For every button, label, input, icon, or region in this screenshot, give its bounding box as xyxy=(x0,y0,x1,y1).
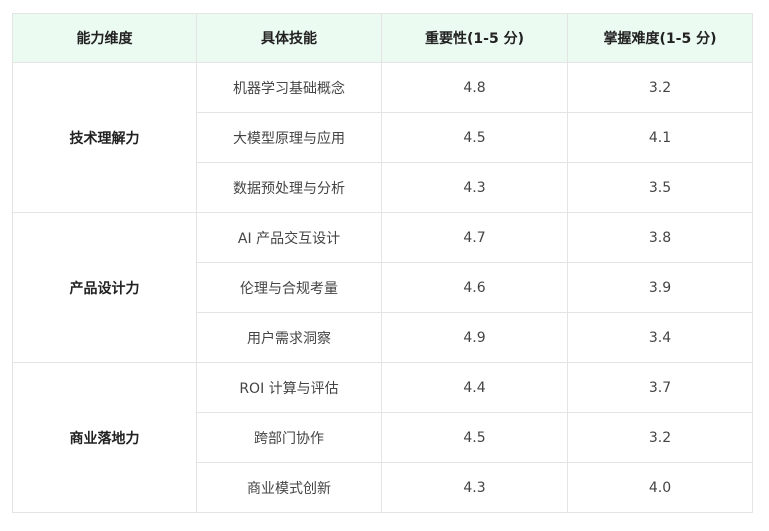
importance-cell: 4.8 xyxy=(381,62,568,113)
skill-cell: 机器学习基础概念 xyxy=(196,62,382,113)
importance-cell: 4.5 xyxy=(381,412,568,463)
importance-cell: 4.3 xyxy=(381,162,568,213)
importance-cell: 4.5 xyxy=(381,112,568,163)
header-importance: 重要性(1-5 分) xyxy=(381,13,568,63)
importance-cell: 4.4 xyxy=(381,362,568,413)
skill-cell: 数据预处理与分析 xyxy=(196,162,382,213)
table-row: 商业落地力 ROI 计算与评估 4.4 3.7 xyxy=(12,362,753,513)
difficulty-cell: 3.8 xyxy=(567,212,753,263)
dimension-cell: 技术理解力 xyxy=(12,62,197,213)
skill-cell: 伦理与合规考量 xyxy=(196,262,382,313)
difficulty-cell: 3.2 xyxy=(567,412,753,463)
dimension-cell: 产品设计力 xyxy=(12,212,197,363)
skill-cell: 用户需求洞察 xyxy=(196,312,382,363)
importance-cell: 4.9 xyxy=(381,312,568,363)
difficulty-cell: 3.9 xyxy=(567,262,753,313)
difficulty-cell: 3.7 xyxy=(567,362,753,413)
header-dimension: 能力维度 xyxy=(12,13,197,63)
skill-cell: 商业模式创新 xyxy=(196,462,382,513)
importance-cell: 4.7 xyxy=(381,212,568,263)
difficulty-cell: 4.1 xyxy=(567,112,753,163)
header-skill: 具体技能 xyxy=(196,13,382,63)
skills-table: 能力维度 具体技能 重要性(1-5 分) 掌握难度(1-5 分) 技术理解力 机… xyxy=(12,13,753,513)
importance-cell: 4.6 xyxy=(381,262,568,313)
difficulty-cell: 4.0 xyxy=(567,462,753,513)
difficulty-cell: 3.4 xyxy=(567,312,753,363)
difficulty-cell: 3.5 xyxy=(567,162,753,213)
importance-cell: 4.3 xyxy=(381,462,568,513)
difficulty-cell: 3.2 xyxy=(567,62,753,113)
header-row: 能力维度 具体技能 重要性(1-5 分) 掌握难度(1-5 分) xyxy=(12,13,753,63)
skill-cell: AI 产品交互设计 xyxy=(196,212,382,263)
header-difficulty: 掌握难度(1-5 分) xyxy=(567,13,753,63)
table-row: 技术理解力 机器学习基础概念 4.8 3.2 xyxy=(12,62,753,213)
table-row: 产品设计力 AI 产品交互设计 4.7 3.8 xyxy=(12,212,753,363)
skill-cell: 大模型原理与应用 xyxy=(196,112,382,163)
skill-cell: 跨部门协作 xyxy=(196,412,382,463)
dimension-cell: 商业落地力 xyxy=(12,362,197,513)
skill-cell: ROI 计算与评估 xyxy=(196,362,382,413)
